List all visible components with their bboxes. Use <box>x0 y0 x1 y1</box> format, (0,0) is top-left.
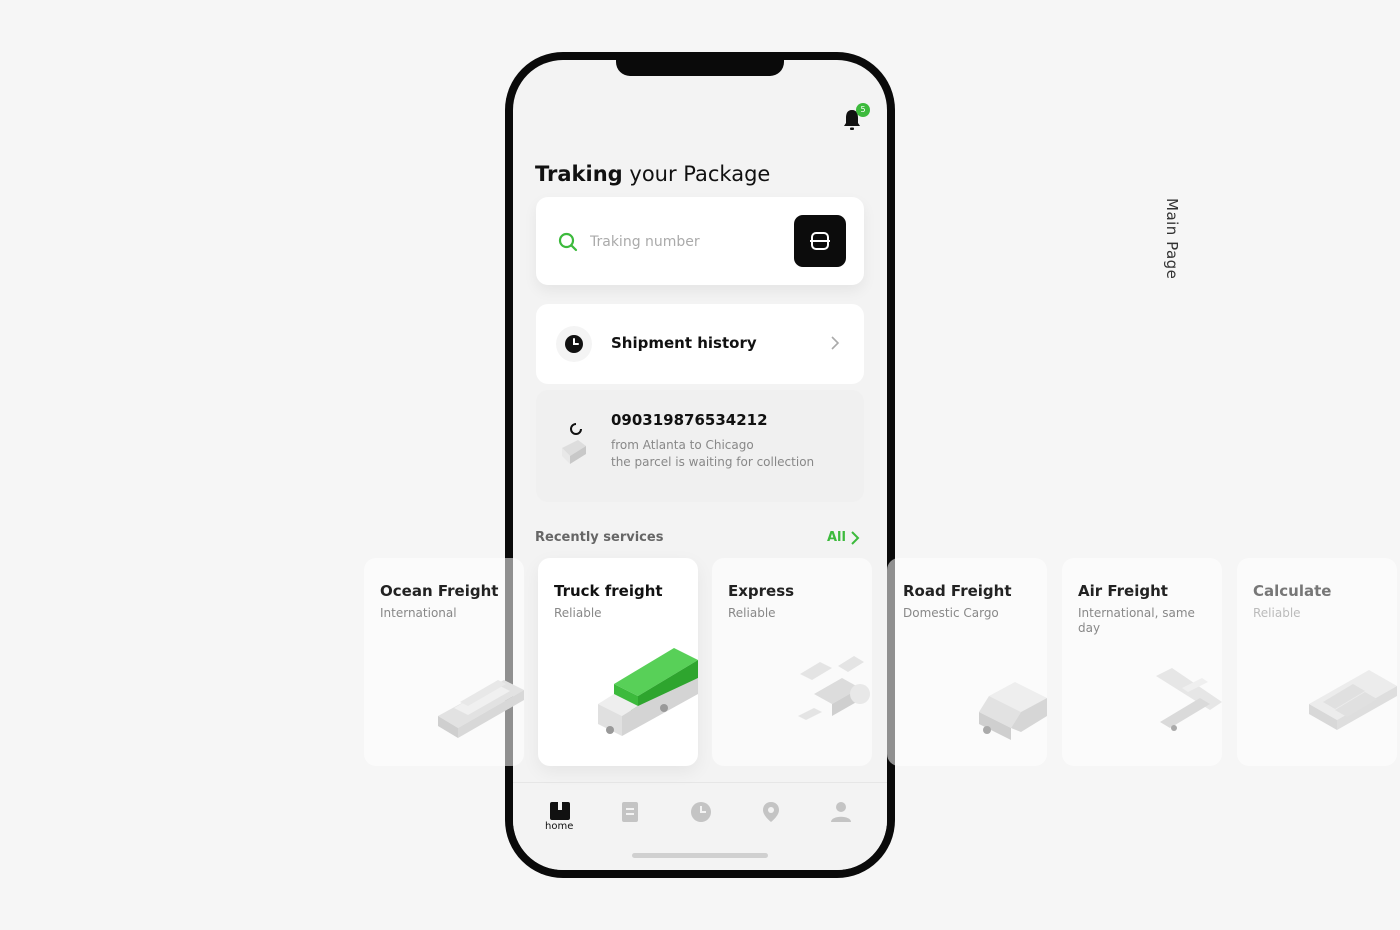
phone-notch <box>616 60 784 76</box>
service-subtitle: International, same day <box>1078 606 1195 635</box>
service-title: Truck freight <box>554 582 663 600</box>
parcel-route: from Atlanta to Chicago <box>611 438 754 452</box>
service-title: Road Freight <box>903 582 1012 600</box>
scan-icon <box>810 232 830 250</box>
service-card-ocean-freight[interactable]: Ocean Freight International <box>364 558 524 766</box>
tracking-number-input[interactable] <box>588 227 782 257</box>
bottom-tab-bar: home <box>513 782 887 870</box>
service-card-calculate[interactable]: Calculate Reliable <box>1237 558 1397 766</box>
all-services-link[interactable]: All <box>827 530 846 545</box>
service-card-road-freight[interactable]: Road Freight Domestic Cargo <box>887 558 1047 766</box>
title-bold: Traking <box>535 162 623 186</box>
truck-icon <box>598 648 698 736</box>
history-tab-icon[interactable] <box>688 799 714 825</box>
shipment-history-label: Shipment history <box>611 334 757 352</box>
service-title: Air Freight <box>1078 582 1168 600</box>
home-tab-label[interactable]: home <box>545 821 573 832</box>
search-icon <box>558 232 578 252</box>
profile-tab-icon[interactable] <box>828 799 854 825</box>
service-card-truck-freight[interactable]: Truck freight Reliable <box>538 558 698 766</box>
plane-icon <box>1156 668 1222 731</box>
clock-icon-wrap <box>556 326 592 362</box>
service-title: Calculate <box>1253 582 1332 600</box>
clock-icon <box>565 335 583 353</box>
service-subtitle: Reliable <box>728 606 776 620</box>
service-card-air-freight[interactable]: Air Freight International, same day <box>1062 558 1222 766</box>
service-title: Ocean Freight <box>380 582 499 600</box>
chevron-right-icon[interactable] <box>850 531 860 545</box>
drone-icon <box>798 656 870 720</box>
notification-badge: 5 <box>856 103 870 117</box>
shipment-history-item[interactable]: Shipment history <box>536 304 864 384</box>
document-tab-icon[interactable] <box>617 799 643 825</box>
ship-icon <box>438 680 524 738</box>
service-subtitle: Reliable <box>554 606 602 620</box>
parcel-status-card[interactable]: 090319876534212 from Atlanta to Chicago … <box>536 390 864 502</box>
main-page-label: Main Page <box>1163 198 1181 280</box>
parcel-number: 090319876534212 <box>611 411 768 429</box>
parcel-hand-icon <box>562 423 586 464</box>
service-subtitle: International <box>380 606 457 620</box>
service-title: Express <box>728 582 795 600</box>
page-title: Traking your Package <box>535 162 770 186</box>
parcel-status: the parcel is waiting for collection <box>611 455 815 469</box>
scan-button[interactable] <box>794 215 846 267</box>
recent-services-label: Recently services <box>535 530 664 545</box>
home-indicator <box>632 853 768 858</box>
chevron-right-icon <box>831 336 840 350</box>
title-rest: your Package <box>629 162 771 186</box>
service-card-express[interactable]: Express Reliable <box>712 558 872 766</box>
location-tab-icon[interactable] <box>758 799 784 825</box>
calculator-icon <box>1309 670 1397 730</box>
tracking-search-card <box>536 197 864 285</box>
service-subtitle: Domestic Cargo <box>903 606 999 620</box>
van-icon <box>979 682 1047 740</box>
service-subtitle: Reliable <box>1253 606 1301 620</box>
